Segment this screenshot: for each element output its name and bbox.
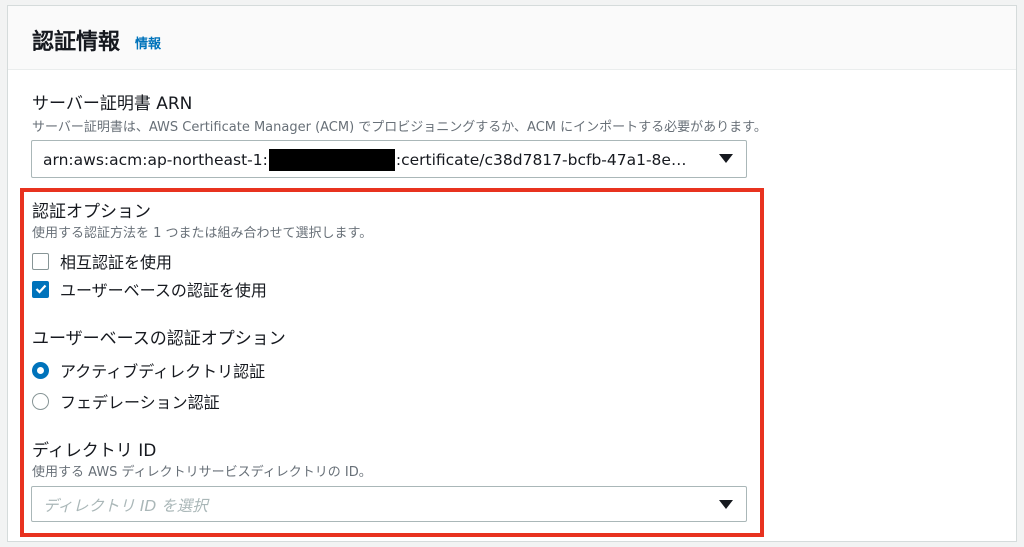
user-based-auth-label: ユーザーベースの認証を使用 [60,281,267,300]
mutual-auth-label: 相互認証を使用 [60,253,173,272]
directory-id-description: 使用する AWS ディレクトリサービスディレクトリの ID。 [32,465,372,480]
auth-options-description: 使用する認証方法を 1 つまたは組み合わせて選択します。 [32,226,373,241]
server-cert-value: arn:aws:acm:ap-northeast-1: :certificate… [43,149,686,171]
dropdown-caret-icon [719,154,733,163]
mutual-auth-checkbox[interactable] [32,252,49,270]
info-link[interactable]: 情報 [135,33,161,52]
redacted-account-id [268,149,395,171]
arn-suffix: :certificate/c38d7817-bcfb-47a1-8e… [395,151,687,169]
federation-option[interactable]: フェデレーション認証 [32,389,220,413]
server-cert-label: サーバー証明書 ARN [32,94,193,114]
active-directory-option[interactable]: アクティブディレクトリ認証 [32,358,265,382]
active-directory-radio[interactable] [32,361,49,379]
active-directory-label: アクティブディレクトリ認証 [60,362,266,381]
authentication-panel: 認証情報 情報 サーバー証明書 ARN サーバー証明書は、AWS Certifi… [7,5,1017,542]
user-based-auth-checkbox[interactable] [32,280,49,298]
federation-label: フェデレーション認証 [60,393,220,412]
section-title: 認証情報 [32,30,121,55]
directory-id-select[interactable]: ディレクトリ ID を選択 [31,486,747,522]
mutual-auth-option[interactable]: 相互認証を使用 [32,249,172,273]
auth-options-label: 認証オプション [32,202,151,222]
arn-prefix: arn:aws:acm:ap-northeast-1: [43,151,268,169]
user-based-auth-option[interactable]: ユーザーベースの認証を使用 [32,277,267,301]
server-cert-description: サーバー証明書は、AWS Certificate Manager (ACM) で… [32,120,767,135]
check-icon [35,284,46,294]
server-cert-select[interactable]: arn:aws:acm:ap-northeast-1: :certificate… [31,140,747,178]
directory-id-label: ディレクトリ ID [32,441,157,461]
panel-header: 認証情報 情報 [8,6,1016,70]
federation-radio[interactable] [32,392,49,410]
directory-id-placeholder: ディレクトリ ID を選択 [43,497,208,515]
user-auth-options-label: ユーザーベースの認証オプション [32,329,286,349]
dropdown-caret-icon [719,500,733,509]
